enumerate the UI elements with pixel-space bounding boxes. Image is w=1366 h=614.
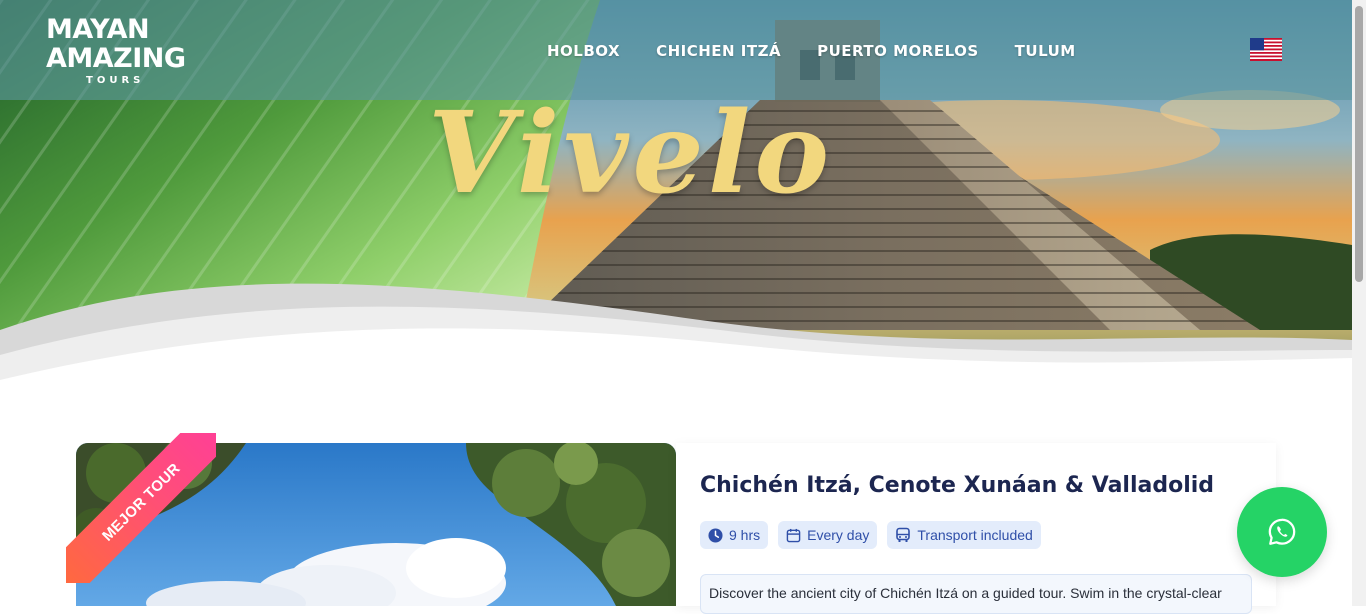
whatsapp-button[interactable] — [1237, 487, 1327, 577]
logo-line-1: MAYAN — [46, 14, 150, 45]
logo-line-2: AMAZING — [46, 43, 186, 74]
schedule-badge: Every day — [778, 521, 878, 549]
best-tour-ribbon: MEJOR TOUR — [66, 433, 216, 583]
nav-item-tulum[interactable]: TULUM — [1015, 42, 1076, 60]
transport-badge: Transport included — [887, 521, 1041, 549]
scrollbar-thumb[interactable] — [1355, 6, 1363, 282]
clock-icon — [708, 527, 723, 543]
duration-badge: 9 hrs — [700, 521, 769, 549]
nav-item-holbox[interactable]: HOLBOX — [547, 42, 620, 60]
tour-title[interactable]: Chichén Itzá, Cenote Xunáan & Valladolid — [700, 473, 1214, 498]
site-header: MAYAN AMAZING TOURS HOLBOX CHICHEN ITZÁ … — [0, 0, 1352, 100]
transport-label: Transport included — [917, 527, 1033, 543]
main-nav: HOLBOX CHICHEN ITZÁ PUERTO MORELOS TULUM — [547, 40, 1076, 62]
hero-headline: Vivelo — [428, 88, 834, 219]
page-scrollbar[interactable] — [1352, 0, 1366, 606]
nav-item-chichen-itza[interactable]: CHICHEN ITZÁ — [656, 42, 781, 60]
us-flag-icon[interactable] — [1250, 38, 1282, 61]
tour-badges: 9 hrs Every day Transport included — [700, 521, 1041, 549]
calendar-icon — [786, 528, 801, 542]
site-logo[interactable]: MAYAN AMAZING TOURS — [46, 14, 196, 88]
nav-item-puerto-morelos[interactable]: PUERTO MORELOS — [817, 42, 979, 60]
ribbon-label: MEJOR TOUR — [98, 459, 184, 545]
tour-description: Discover the ancient city of Chichén Itz… — [700, 574, 1252, 614]
duration-label: 9 hrs — [729, 527, 761, 543]
bus-icon — [896, 527, 911, 542]
schedule-label: Every day — [807, 527, 870, 543]
logo-line-3: TOURS — [86, 75, 145, 86]
tour-card: Chichén Itzá, Cenote Xunáan & Valladolid… — [676, 443, 1276, 614]
whatsapp-icon — [1268, 518, 1296, 545]
